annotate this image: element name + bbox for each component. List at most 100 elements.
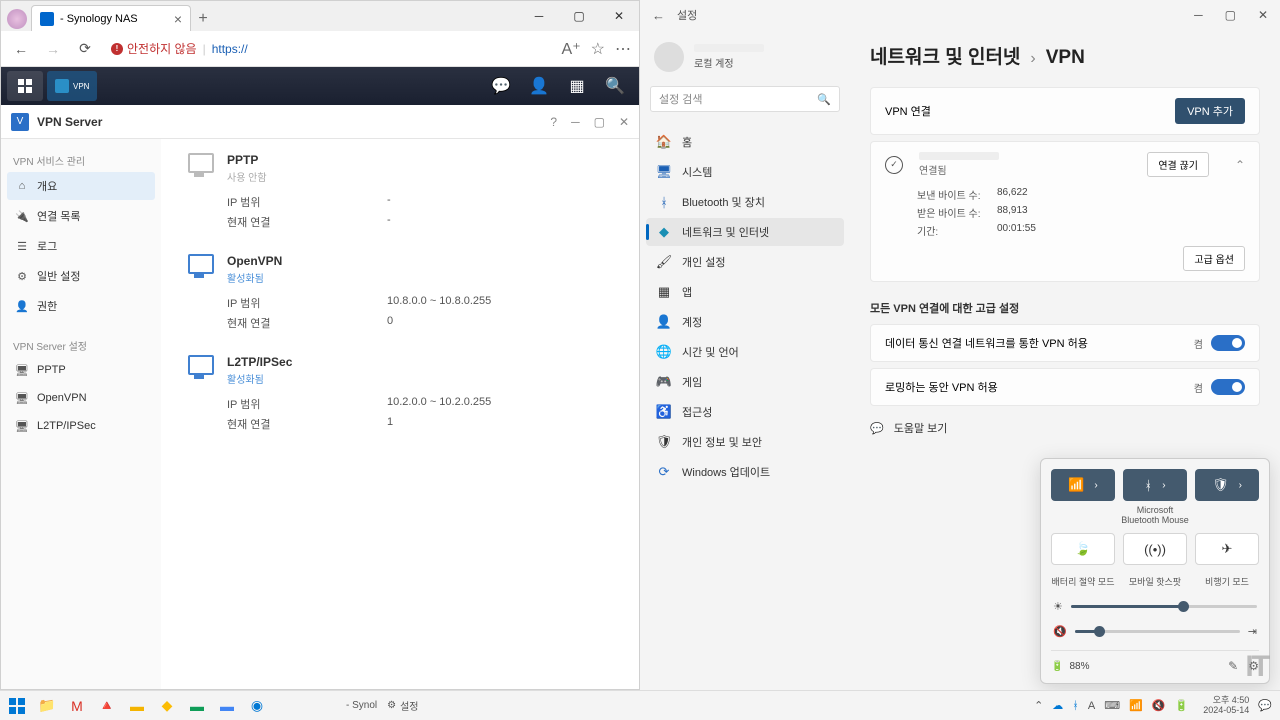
docs-icon[interactable]: ▬ [218, 697, 236, 715]
close-button[interactable]: ✕ [1258, 8, 1268, 22]
taskbar-task-browser[interactable]: - Synol [346, 700, 377, 711]
nav-accounts[interactable]: 👤계정 [646, 308, 844, 336]
url-field[interactable]: ! 안전하지 않음 | https:// [105, 40, 554, 57]
vpn-minimize-icon[interactable]: ─ [571, 115, 580, 129]
tray-onedrive-icon[interactable]: ☁ [1052, 699, 1063, 712]
address-bar: ← → ⟳ ! 안전하지 않음 | https:// A⁺ ☆ ⋯ [1, 31, 639, 67]
add-vpn-button[interactable]: VPN 추가 [1175, 98, 1245, 124]
brightness-slider[interactable]: ☀ [1053, 600, 1257, 613]
settings-search[interactable]: 설정 검색 🔍 [650, 86, 840, 112]
favorite-icon[interactable]: ☆ [591, 39, 605, 59]
tab-close-icon[interactable]: × [174, 11, 182, 27]
gmail-icon[interactable]: M [68, 697, 86, 715]
tray-volume-icon[interactable]: 🔇 [1152, 699, 1166, 712]
minimize-button[interactable]: ─ [519, 1, 559, 31]
user-block[interactable]: 로컬 계정 [646, 36, 844, 86]
start-button[interactable] [8, 697, 26, 715]
edit-icon[interactable]: ✎ [1228, 659, 1238, 673]
tray-notifications-icon[interactable]: 💬 [1258, 699, 1272, 712]
gear-icon[interactable]: ⚙ [1248, 659, 1259, 673]
dsm-task-vpn[interactable]: VPN [47, 71, 97, 101]
browser-tab[interactable]: - Synology NAS × [31, 5, 191, 31]
battery-saver-tile[interactable]: 🍃 [1051, 533, 1115, 565]
tray-input-icon[interactable]: ⌨ [1104, 699, 1120, 712]
breadcrumb-root[interactable]: 네트워크 및 인터넷 [870, 42, 1020, 69]
dsm-user-icon[interactable]: 👤 [521, 71, 557, 101]
nav-gaming[interactable]: 🎮게임 [646, 368, 844, 396]
slides-icon[interactable]: ▬ [128, 697, 146, 715]
gamepad-icon: 🎮 [656, 374, 672, 390]
dsm-chat-icon[interactable]: 💬 [483, 71, 519, 101]
explorer-icon[interactable]: 📁 [38, 697, 56, 715]
volume-slider[interactable]: 🔇 ⇥ [1053, 625, 1257, 638]
sidebar-item-log[interactable]: ☰로그 [7, 232, 155, 260]
taskbar-task-settings[interactable]: ⚙설정 [387, 698, 418, 713]
new-tab-button[interactable]: + [191, 7, 215, 31]
maximize-button[interactable]: ▢ [559, 1, 599, 31]
nav-personalization[interactable]: 🖌개인 설정 [646, 248, 844, 276]
toggle-switch[interactable] [1211, 335, 1245, 351]
nav-accessibility[interactable]: ♿접근성 [646, 398, 844, 426]
edge-icon[interactable]: ◉ [248, 697, 266, 715]
drive-icon[interactable]: 🔺 [98, 697, 116, 715]
sidebar-item-general[interactable]: ⚙일반 설정 [7, 262, 155, 290]
vpn-close-icon[interactable]: ✕ [619, 115, 629, 129]
taskbar-clock[interactable]: 오후 4:50 2024-05-14 [1203, 696, 1249, 716]
toggle-switch[interactable] [1211, 379, 1245, 395]
bluetooth-tile[interactable]: ᚼ› [1123, 469, 1187, 501]
refresh-button[interactable]: ⟳ [73, 37, 97, 61]
sidebar-item-pptp[interactable]: 🖥PPTP [7, 357, 155, 383]
maximize-button[interactable]: ▢ [1225, 8, 1236, 22]
sheets-icon[interactable]: ▬ [188, 697, 206, 715]
help-link[interactable]: 💬 도움말 보기 [870, 420, 1260, 436]
minimize-button[interactable]: ─ [1194, 8, 1203, 22]
dsm-apps-button[interactable] [7, 71, 43, 101]
profile-avatar[interactable] [7, 9, 27, 29]
sidebar-item-overview[interactable]: ⌂개요 [7, 172, 155, 200]
nav-privacy[interactable]: 🛡개인 정보 및 보안 [646, 428, 844, 456]
back-button[interactable]: ← [652, 8, 665, 23]
nav-update[interactable]: ⟳Windows 업데이트 [646, 458, 844, 486]
more-icon[interactable]: ⋯ [615, 39, 631, 59]
advanced-options-button[interactable]: 고급 옵션 [1183, 246, 1245, 271]
nav-time[interactable]: 🌐시간 및 언어 [646, 338, 844, 366]
tray-chevron-icon[interactable]: ⌃ [1034, 699, 1043, 712]
forward-button[interactable]: → [41, 37, 65, 61]
sidebar-item-connections[interactable]: 🔌연결 목록 [7, 202, 155, 230]
output-icon[interactable]: ⇥ [1248, 625, 1257, 638]
nav-system[interactable]: 🖥시스템 [646, 158, 844, 186]
wifi-tile[interactable]: 📶› [1051, 469, 1115, 501]
vpn-roaming-row[interactable]: 로밍하는 동안 VPN 허용 켬 [870, 368, 1260, 406]
vpn-connection-item[interactable]: ✓ 연결됨 연결 끊기 ⌃ 보낸 바이트 수:86,622 받은 바이트 수:8… [870, 141, 1260, 282]
hotspot-tile[interactable]: ((•)) [1123, 533, 1187, 565]
vpn-help-icon[interactable]: ? [550, 115, 557, 129]
nav-apps[interactable]: ▦앱 [646, 278, 844, 306]
tray-language[interactable]: A [1088, 700, 1095, 712]
nav-home[interactable]: 🏠홈 [646, 128, 844, 156]
airplane-tile[interactable]: ✈ [1195, 533, 1259, 565]
nav-network[interactable]: ◆네트워크 및 인터넷 [646, 218, 844, 246]
sidebar-heading-service: VPN 서비스 관리 [7, 147, 155, 172]
dsm-search-icon[interactable]: 🔍 [597, 71, 633, 101]
close-button[interactable]: ✕ [599, 1, 639, 31]
chevron-up-icon[interactable]: ⌃ [1235, 158, 1245, 172]
reader-icon[interactable]: A⁺ [562, 39, 581, 59]
dsm-widget-icon[interactable]: ▦ [559, 71, 595, 101]
sidebar-item-l2tp[interactable]: 🖥L2TP/IPSec [7, 413, 155, 439]
chevron-right-icon[interactable]: › [1162, 480, 1165, 491]
monitor-icon [185, 254, 213, 278]
back-button[interactable]: ← [9, 37, 33, 61]
chevron-right-icon[interactable]: › [1094, 480, 1097, 491]
vpn-tile[interactable]: 🛡› [1195, 469, 1259, 501]
disconnect-button[interactable]: 연결 끊기 [1147, 152, 1209, 177]
tray-bluetooth-icon[interactable]: ᚼ [1072, 700, 1079, 712]
sidebar-item-openvpn[interactable]: 🖥OpenVPN [7, 385, 155, 411]
tray-battery-icon[interactable]: 🔋 [1175, 699, 1189, 712]
sidebar-item-privilege[interactable]: 👤권한 [7, 292, 155, 320]
chevron-right-icon[interactable]: › [1239, 480, 1242, 491]
vpn-maximize-icon[interactable]: ▢ [594, 115, 605, 129]
vpn-over-metered-row[interactable]: 데이터 통신 연결 네트워크를 통한 VPN 허용 켬 [870, 324, 1260, 362]
nav-bluetooth[interactable]: ᚼBluetooth 및 장치 [646, 188, 844, 216]
tray-wifi-icon[interactable]: 📶 [1129, 699, 1143, 712]
keep-icon[interactable]: ◆ [158, 697, 176, 715]
